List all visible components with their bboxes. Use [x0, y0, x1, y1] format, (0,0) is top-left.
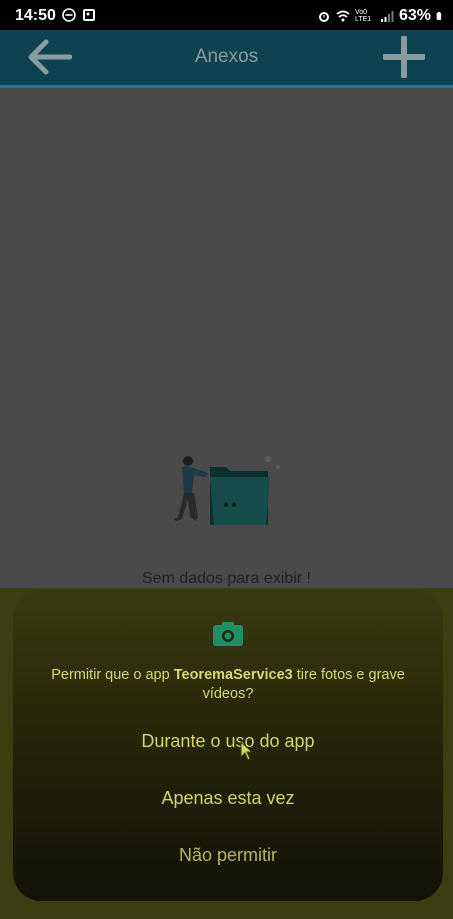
allow-while-using-button[interactable]: Durante o uso do app: [13, 731, 443, 752]
status-bar: 14:50 Vo0 LTE1 63%: [0, 0, 453, 30]
message-prefix: Permitir que o app: [51, 667, 174, 683]
empty-folder-illustration: [174, 456, 280, 525]
allow-once-button[interactable]: Apenas esta vez: [13, 788, 443, 809]
status-right-icons: Vo0 LTE1 63%: [317, 7, 445, 25]
deny-button[interactable]: Não permitir: [13, 845, 443, 866]
pointer-cursor-icon: [240, 741, 254, 761]
gallery-notification-icon: [83, 9, 95, 21]
do-not-disturb-icon: [62, 8, 76, 22]
status-left-icons: [62, 8, 96, 22]
battery-icon: [436, 11, 442, 20]
status-time: 14:50: [15, 7, 56, 24]
wifi-icon: [336, 10, 350, 22]
permission-message: Permitir que o app TeoremaService3 tire …: [36, 666, 420, 704]
signal-icon: [380, 11, 394, 22]
battery-percent: 63%: [398, 7, 431, 24]
alarm-icon: [318, 12, 329, 22]
add-icon[interactable]: [383, 36, 425, 78]
empty-state-message: Sem dados para exibir !: [142, 570, 311, 587]
camera-icon: [213, 622, 243, 646]
app-name: TeoremaService3: [173, 667, 293, 683]
network-type-label: Vo0 LTE1: [354, 9, 372, 23]
